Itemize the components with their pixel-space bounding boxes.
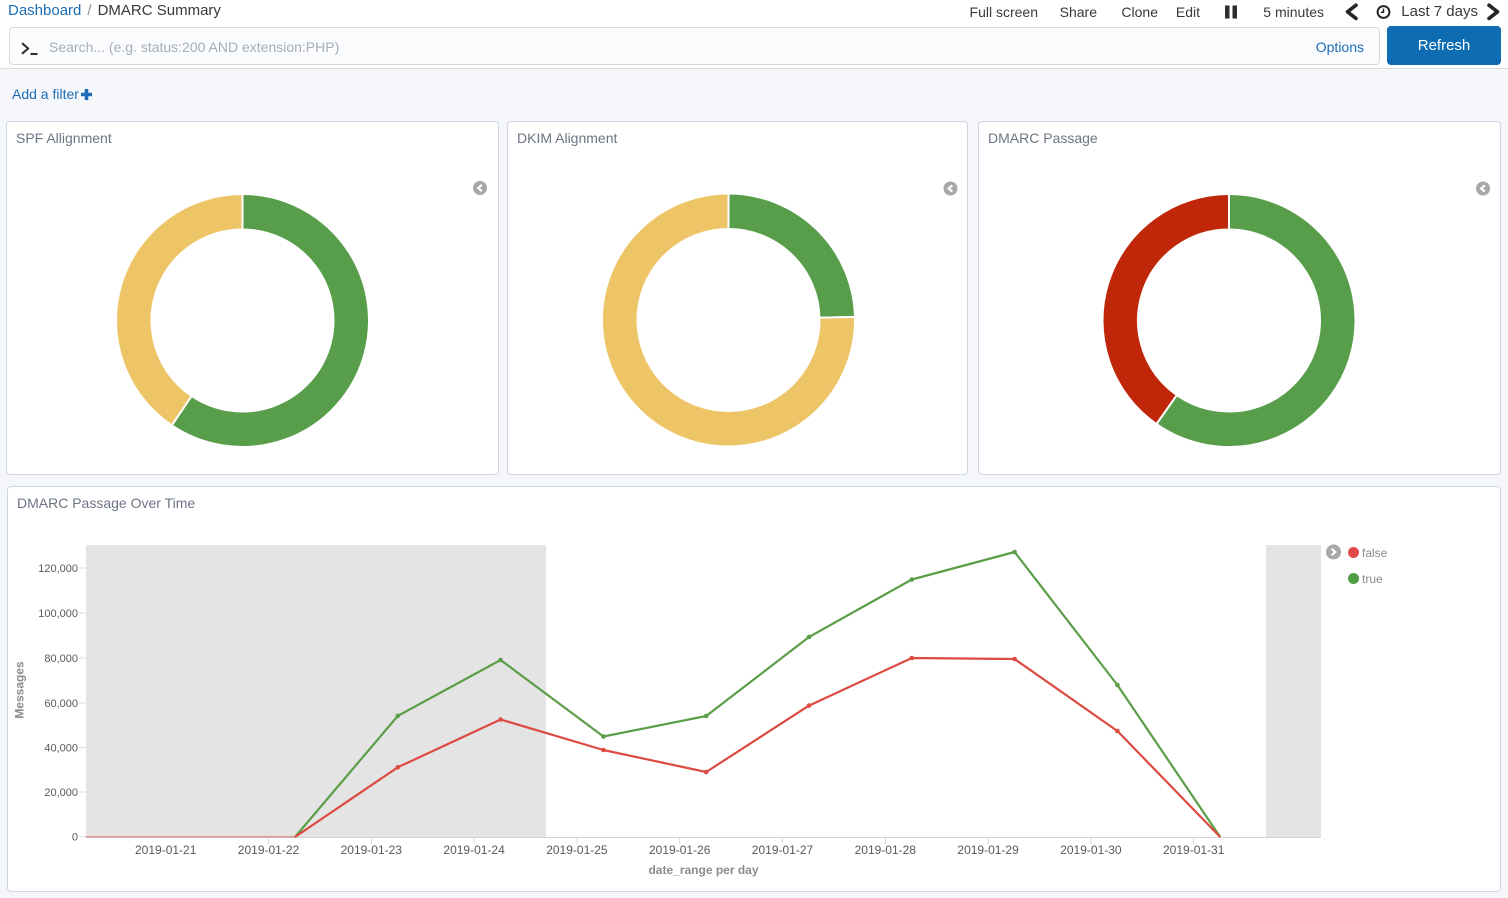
svg-text:60,000: 60,000 — [44, 698, 78, 710]
svg-text:120,000: 120,000 — [38, 563, 78, 575]
svg-text:2019-01-29: 2019-01-29 — [957, 843, 1019, 857]
svg-text:40,000: 40,000 — [44, 743, 78, 755]
svg-text:2019-01-27: 2019-01-27 — [752, 843, 814, 857]
svg-text:20,000: 20,000 — [44, 787, 78, 799]
svg-text:false: false — [1362, 546, 1388, 560]
svg-text:2019-01-26: 2019-01-26 — [649, 843, 711, 857]
svg-text:2019-01-24: 2019-01-24 — [443, 843, 505, 857]
svg-text:100,000: 100,000 — [38, 608, 78, 620]
svg-text:2019-01-21: 2019-01-21 — [135, 843, 197, 857]
svg-text:date_range per day: date_range per day — [648, 863, 758, 877]
svg-text:Messages: Messages — [13, 661, 27, 719]
svg-text:0: 0 — [72, 832, 78, 844]
svg-text:true: true — [1362, 572, 1383, 586]
svg-text:2019-01-28: 2019-01-28 — [855, 843, 917, 857]
svg-text:80,000: 80,000 — [44, 653, 78, 665]
svg-text:2019-01-25: 2019-01-25 — [546, 843, 608, 857]
svg-text:2019-01-30: 2019-01-30 — [1060, 843, 1122, 857]
svg-text:2019-01-23: 2019-01-23 — [341, 843, 403, 857]
svg-text:2019-01-22: 2019-01-22 — [238, 843, 300, 857]
svg-text:2019-01-31: 2019-01-31 — [1163, 843, 1225, 857]
